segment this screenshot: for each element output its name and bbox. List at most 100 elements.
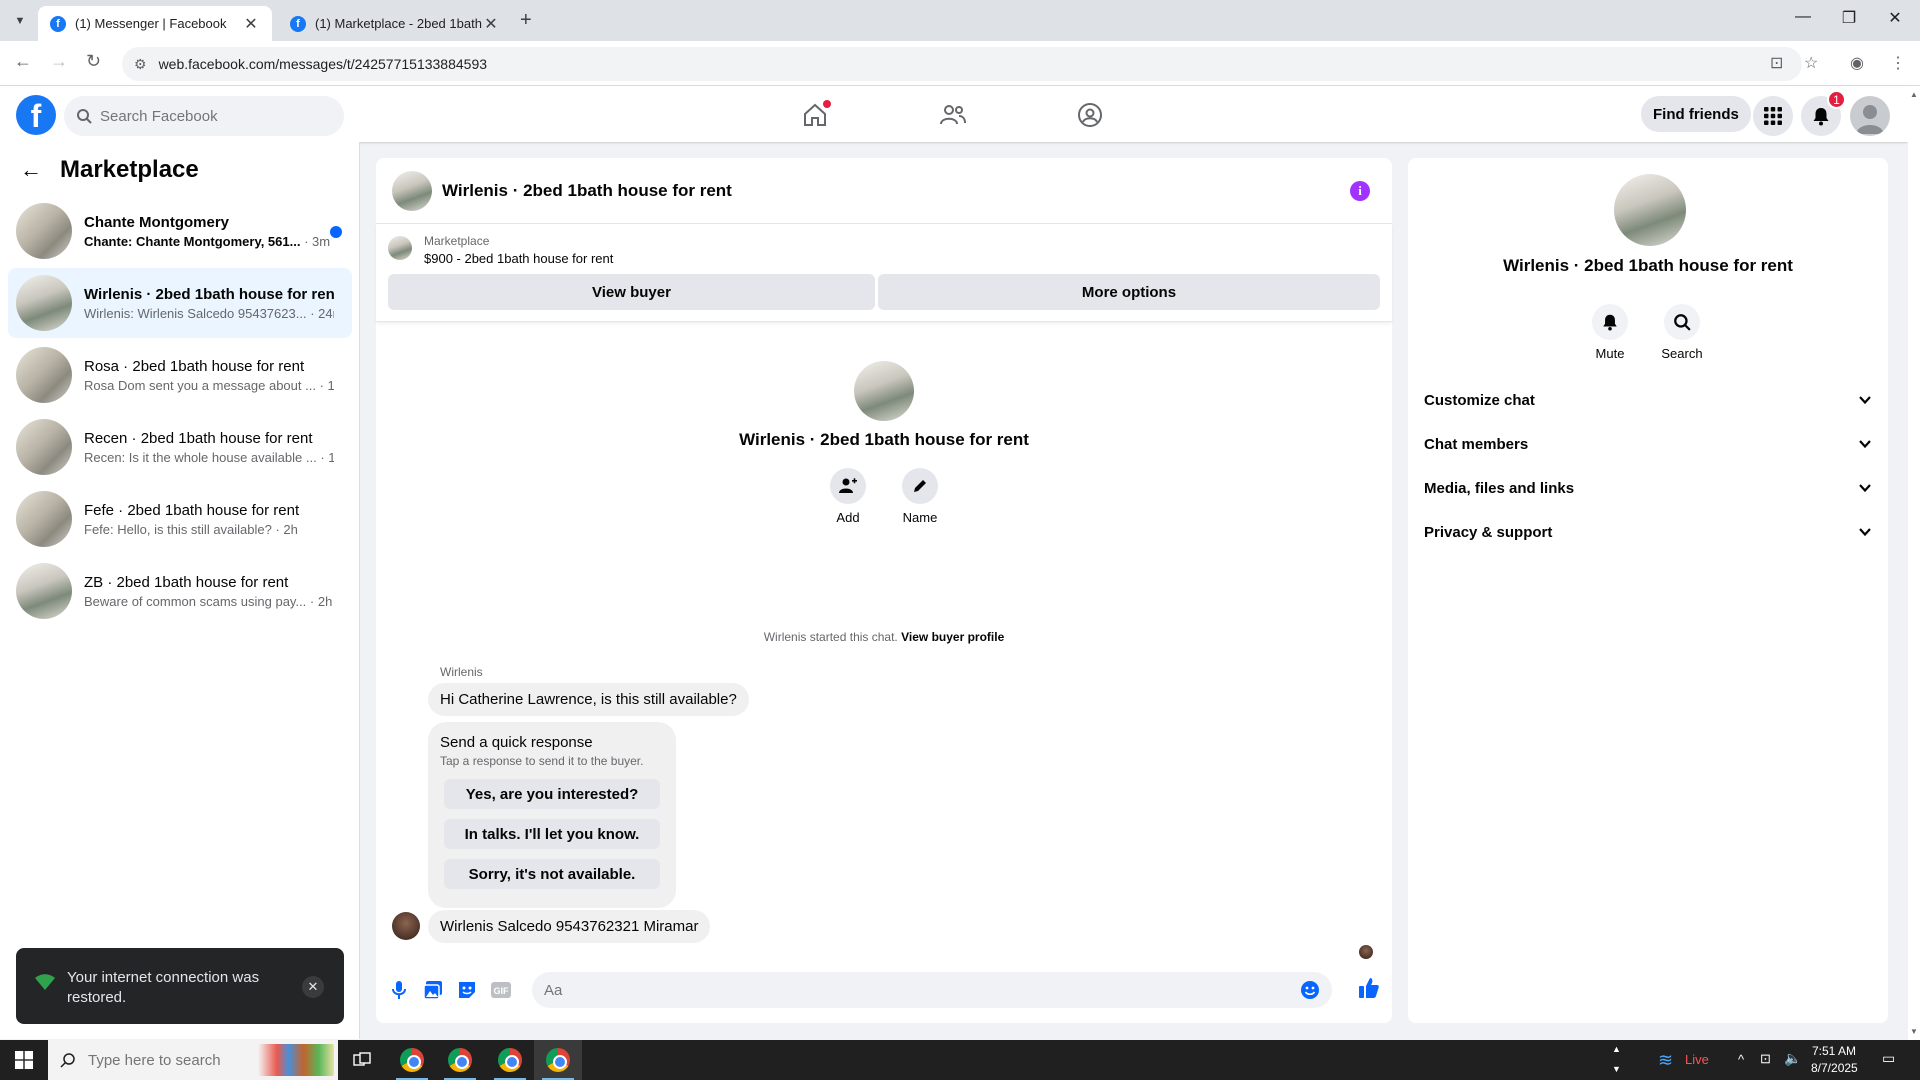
media-files-links-section[interactable]: Media, files and links — [1424, 470, 1872, 506]
search-highlight-image — [258, 1044, 334, 1076]
conversation-item[interactable]: Recen · 2bed 1bath house for rent Recen:… — [8, 412, 352, 482]
minimize-icon[interactable]: — — [1780, 8, 1826, 26]
windows-start-icon[interactable] — [0, 1040, 48, 1080]
facebook-logo-icon[interactable]: f — [16, 95, 56, 135]
back-arrow-icon[interactable]: ← — [20, 157, 42, 183]
forward-icon[interactable]: → — [50, 51, 68, 72]
message-input-box[interactable] — [532, 972, 1332, 1008]
chrome-taskbar-icon[interactable] — [388, 1040, 436, 1080]
tab-title: (1) Marketplace - 2bed 1bath h — [315, 16, 482, 31]
listing-price-title[interactable]: $900 - 2bed 1bath house for rent — [424, 251, 613, 266]
account-avatar[interactable] — [1850, 96, 1890, 136]
new-tab-icon[interactable]: + — [520, 9, 532, 32]
conversation-item[interactable]: Chante Montgomery Chante: Chante Montgom… — [8, 196, 352, 266]
tab-search-dropdown-icon[interactable]: ▼ — [8, 10, 32, 32]
sticker-icon[interactable] — [456, 979, 478, 1001]
page-scrollbar[interactable]: ▲ ▼ — [1908, 86, 1920, 1040]
add-label: Add — [836, 510, 860, 525]
address-bar: ← → ↻ ⚙ web.facebook.com/messages/t/2425… — [0, 41, 1920, 86]
view-buyer-button[interactable]: View buyer — [388, 274, 875, 310]
clock-time[interactable]: 7:51 AM — [1812, 1044, 1856, 1058]
live-widget-label[interactable]: Live — [1685, 1052, 1709, 1067]
back-icon[interactable]: ← — [14, 51, 32, 72]
search-icon — [1674, 314, 1691, 331]
chrome-taskbar-icon[interactable] — [486, 1040, 534, 1080]
photo-icon[interactable] — [422, 979, 444, 1001]
conversation-info-icon[interactable]: i — [1350, 181, 1370, 201]
privacy-support-section[interactable]: Privacy & support — [1424, 514, 1872, 550]
search-box[interactable] — [64, 96, 344, 136]
scroll-up-icon[interactable]: ▲ — [1910, 90, 1918, 99]
network-icon[interactable]: ⊡ — [1760, 1051, 1771, 1067]
details-thumbnail — [1614, 174, 1686, 246]
conversation-item[interactable]: Fefe · 2bed 1bath house for rent Fefe: H… — [8, 484, 352, 554]
message-bubble[interactable]: Hi Catherine Lawrence, is this still ava… — [428, 683, 749, 716]
customize-chat-section[interactable]: Customize chat — [1424, 382, 1872, 418]
close-toast-icon[interactable]: ✕ — [302, 976, 324, 998]
taskbar-search-input[interactable] — [88, 1051, 248, 1069]
groups-icon[interactable] — [1075, 100, 1105, 130]
weather-icon[interactable]: ≋ — [1658, 1050, 1673, 1071]
message-bubble[interactable]: Wirlenis Salcedo 9543762321 Miramar — [428, 910, 711, 943]
more-options-button[interactable]: More options — [878, 274, 1380, 310]
profile-icon[interactable]: ◉ — [1850, 53, 1864, 73]
message-input[interactable] — [544, 981, 1284, 999]
connection-restored-toast: Your internet connection was restored. ✕ — [16, 948, 344, 1024]
quick-response-not-available[interactable]: Sorry, it's not available. — [444, 859, 660, 889]
quick-response-yes[interactable]: Yes, are you interested? — [444, 779, 660, 809]
add-people-action[interactable]: Add — [818, 468, 878, 525]
mute-action[interactable]: Mute — [1580, 304, 1640, 361]
quick-response-in-talks[interactable]: In talks. I'll let you know. — [444, 819, 660, 849]
chat-started-notice: Wirlenis started this chat. View buyer p… — [376, 630, 1392, 644]
view-buyer-profile-link[interactable]: View buyer profile — [901, 630, 1004, 644]
conversation-item[interactable]: ZB · 2bed 1bath house for rent Beware of… — [8, 556, 352, 626]
conversation-item-active[interactable]: Wirlenis · 2bed 1bath house for rent Wir… — [8, 268, 352, 338]
tray-scroll-up-icon[interactable]: ▲ — [1612, 1044, 1621, 1054]
conversation-name: Chante Montgomery — [84, 213, 230, 231]
conversation-name: Wirlenis · 2bed 1bath house for rent — [84, 285, 334, 303]
find-friends-button[interactable]: Find friends — [1641, 96, 1751, 132]
microphone-icon[interactable] — [388, 979, 410, 1001]
chrome-taskbar-icon-active[interactable] — [534, 1040, 582, 1080]
close-window-icon[interactable]: ✕ — [1872, 8, 1918, 28]
started-text: Wirlenis started this chat. — [763, 630, 898, 644]
listing-thumbnail — [16, 203, 72, 259]
reload-icon[interactable]: ↻ — [86, 51, 101, 72]
emoji-icon[interactable] — [1300, 980, 1320, 1000]
site-info-icon[interactable]: ⚙ — [134, 56, 147, 73]
edit-name-action[interactable]: Name — [890, 468, 950, 525]
tray-scroll-down-icon[interactable]: ▼ — [1612, 1064, 1621, 1074]
taskbar-search-box[interactable] — [48, 1040, 338, 1080]
show-hidden-icons-icon[interactable]: ^ — [1738, 1052, 1744, 1067]
volume-icon[interactable]: 🔈 — [1784, 1050, 1801, 1067]
tab-messenger[interactable]: f (1) Messenger | Facebook ✕ — [38, 6, 272, 41]
chevron-down-icon — [1859, 528, 1871, 537]
section-label: Chat members — [1424, 435, 1529, 453]
tab-marketplace[interactable]: f (1) Marketplace - 2bed 1bath h ✕ — [278, 6, 512, 41]
install-app-icon[interactable]: ⊡ — [1770, 53, 1783, 73]
menu-dots-icon[interactable]: ⋮ — [1890, 53, 1906, 73]
task-view-icon[interactable] — [338, 1040, 386, 1080]
gif-icon[interactable]: GIF — [490, 979, 512, 1001]
close-tab-icon[interactable]: ✕ — [482, 14, 500, 34]
bookmark-star-icon[interactable]: ☆ — [1804, 53, 1818, 73]
url-field[interactable]: ⚙ web.facebook.com/messages/t/2425771513… — [122, 47, 1802, 81]
search-input[interactable] — [100, 107, 320, 125]
chat-members-section[interactable]: Chat members — [1424, 426, 1872, 462]
sender-avatar[interactable] — [392, 912, 420, 940]
chrome-taskbar-icon[interactable] — [436, 1040, 484, 1080]
thumbs-up-icon[interactable] — [1358, 977, 1380, 999]
notification-center-icon[interactable]: ▭ — [1882, 1050, 1895, 1067]
clock-date[interactable]: 8/7/2025 — [1811, 1061, 1858, 1075]
scroll-down-icon[interactable]: ▼ — [1910, 1027, 1918, 1036]
conversation-item[interactable]: Rosa · 2bed 1bath house for rent Rosa Do… — [8, 340, 352, 410]
marketplace-chat-list: ← Marketplace Chante Montgomery Chante: … — [0, 142, 360, 1039]
chat-thumbnail[interactable] — [392, 170, 432, 211]
chat-title[interactable]: Wirlenis · 2bed 1bath house for rent — [442, 181, 732, 201]
friends-icon[interactable] — [938, 100, 968, 130]
menu-grid-icon[interactable] — [1753, 96, 1793, 136]
facebook-favicon-icon: f — [290, 15, 306, 32]
search-action[interactable]: Search — [1652, 304, 1712, 361]
close-tab-icon[interactable]: ✕ — [242, 14, 260, 34]
restore-icon[interactable]: ❐ — [1826, 8, 1872, 28]
